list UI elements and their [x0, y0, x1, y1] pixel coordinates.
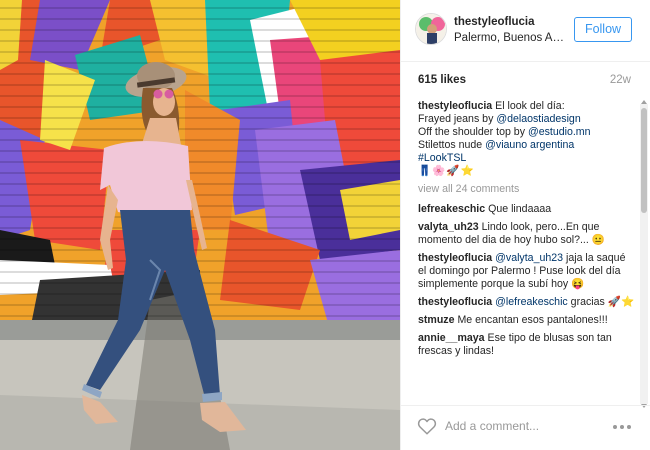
likes-count[interactable]: 615 likes	[418, 74, 466, 86]
comment-item: valyta_uh23 Lindo look, pero...En que mo…	[418, 221, 636, 247]
comment-username[interactable]: lefreakeschic	[418, 203, 485, 215]
comment-item: thestyleoflucia @valyta_uh23 jaja la saq…	[418, 252, 636, 291]
post-username[interactable]: thestyleoflucia	[454, 16, 535, 28]
dot-icon	[620, 425, 624, 429]
comment-mention[interactable]: @lefreakeschic	[495, 296, 568, 308]
post-header: thestyleoflucia Palermo, Buenos Aires Fo…	[401, 0, 650, 62]
comments-list: thestyleoflucia El look del día: Frayed …	[418, 100, 636, 398]
comment-username[interactable]: thestyleoflucia	[418, 296, 492, 308]
comment-username[interactable]: valyta_uh23	[418, 221, 479, 233]
heart-icon[interactable]	[417, 417, 437, 435]
dot-icon	[627, 425, 631, 429]
comment-item: annie__maya Ese tipo de blusas son tan f…	[418, 332, 636, 358]
post-stats: 615 likes 22w	[401, 63, 650, 91]
caption: thestyleoflucia El look del día: Frayed …	[418, 100, 636, 178]
comment-username[interactable]: stmuze	[418, 314, 455, 326]
add-comment-input[interactable]	[445, 414, 605, 438]
comment-item: lefreakeschic Que lindaaaa	[418, 203, 636, 216]
caption-mention-1[interactable]: @delaostiadesign	[496, 113, 580, 125]
comment-item: stmuze Me encantan esos pantalones!!!	[418, 314, 636, 327]
follow-button[interactable]: Follow	[574, 17, 632, 42]
caption-mention-2[interactable]: @estudio.mn	[528, 126, 591, 138]
avatar[interactable]	[415, 13, 447, 45]
scrollbar-thumb[interactable]	[641, 108, 647, 213]
caption-text-line1: El look del día:	[495, 100, 565, 112]
post-image	[0, 0, 400, 450]
post-photo[interactable]	[0, 0, 400, 450]
comments-scrollbar[interactable]	[640, 100, 648, 408]
post-footer	[401, 405, 650, 450]
caption-mention-3[interactable]: @viauno argentina	[485, 139, 574, 151]
comment-username[interactable]: thestyleoflucia	[418, 252, 492, 264]
comment-text: Me encantan esos pantalones!!!	[457, 314, 608, 326]
more-options-icon[interactable]	[613, 425, 633, 429]
comment-text: Que lindaaaa	[488, 203, 552, 215]
caption-username[interactable]: thestyleoflucia	[418, 100, 492, 112]
post-location[interactable]: Palermo, Buenos Aires	[454, 32, 564, 44]
comment-mention[interactable]: @valyta_uh23	[495, 252, 563, 264]
caption-emojis: 👖🌸🚀⭐	[418, 165, 475, 177]
caption-text-line2: Frayed jeans by	[418, 113, 497, 125]
avatar-image	[416, 14, 446, 44]
post-details-panel: thestyleoflucia Palermo, Buenos Aires Fo…	[400, 0, 650, 450]
dot-icon	[613, 425, 617, 429]
comment-text: gracias 🚀⭐	[567, 296, 635, 308]
comment-item: thestyleoflucia @lefreakeschic gracias 🚀…	[418, 296, 636, 309]
caption-hashtag[interactable]: #LookTSL	[418, 152, 466, 164]
scroll-up-arrow-icon[interactable]	[641, 100, 647, 104]
caption-text-line3: Off the shoulder top by	[418, 126, 528, 138]
comment-username[interactable]: annie__maya	[418, 332, 485, 344]
caption-text-line4: Stilettos nude	[418, 139, 486, 151]
post-time[interactable]: 22w	[610, 74, 631, 86]
view-all-comments-link[interactable]: view all 24 comments	[418, 183, 636, 196]
